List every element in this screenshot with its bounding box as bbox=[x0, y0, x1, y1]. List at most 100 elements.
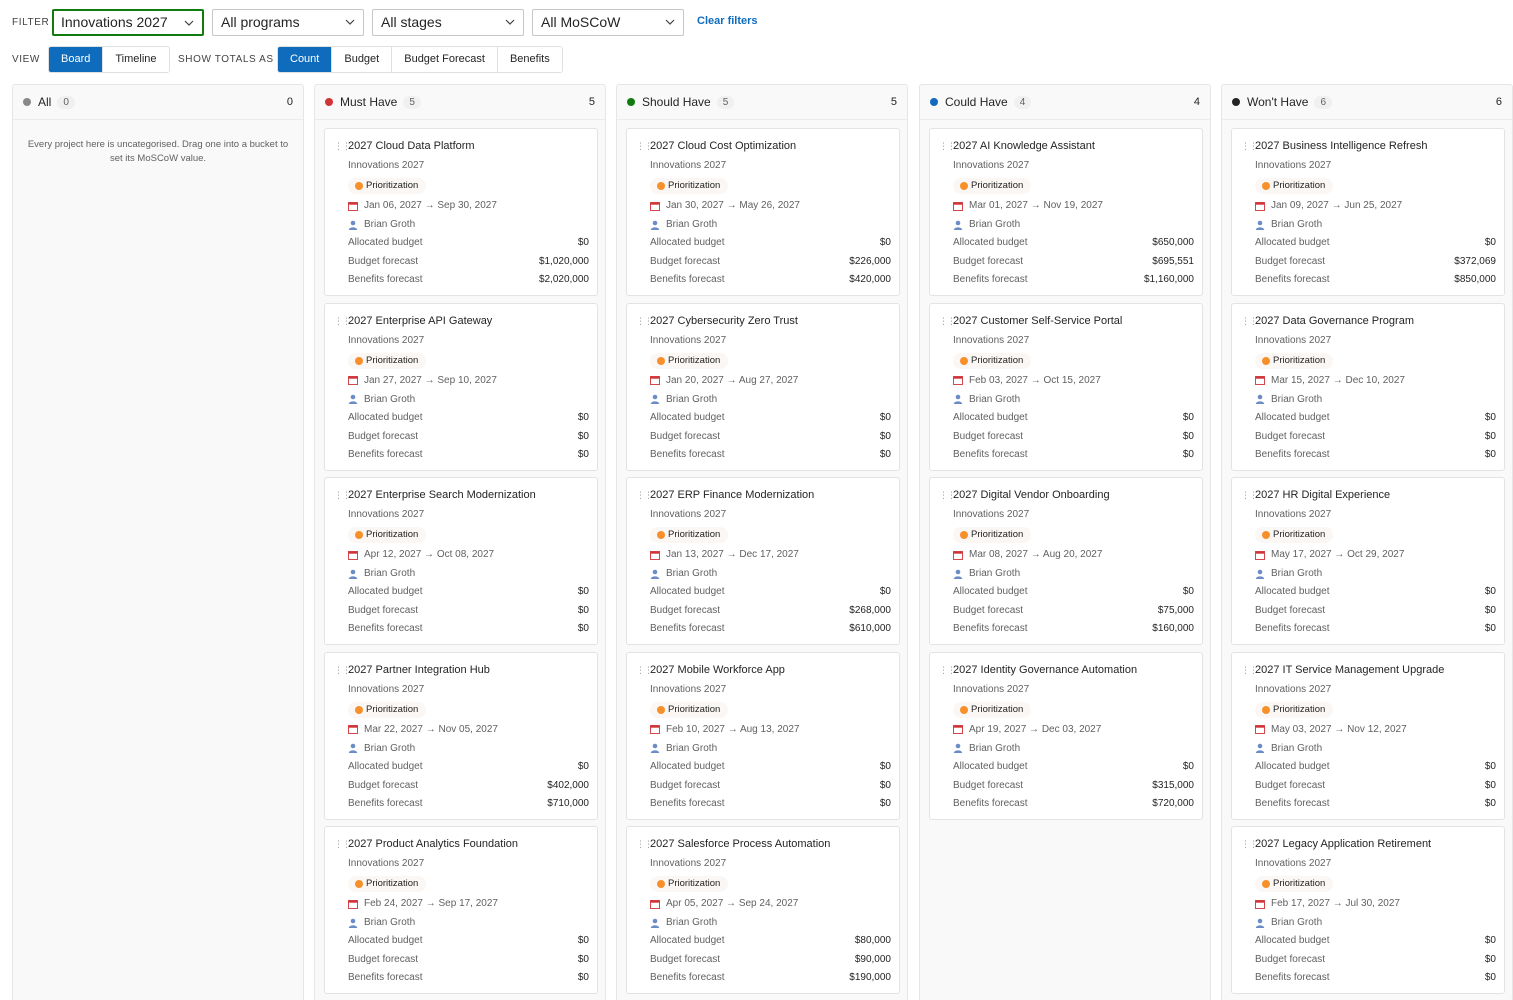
project-card[interactable]: ⋮⋮ 2027 Cloud Cost Optimization Innovati… bbox=[626, 128, 900, 296]
project-card[interactable]: ⋮⋮ 2027 Salesforce Process Automation In… bbox=[626, 826, 900, 994]
column-total: 5 bbox=[890, 96, 897, 108]
column-could-have[interactable]: Could Have 4 4 ⋮⋮ 2027 AI Knowledge Assist… bbox=[919, 84, 1211, 1000]
allocated-budget-label: Allocated budget bbox=[1255, 760, 1330, 772]
moscow-select[interactable]: All MoSCoW bbox=[532, 9, 684, 36]
date-range: Feb 03, 2027 → Oct 15, 2027 bbox=[969, 374, 1101, 386]
date-range: Mar 22, 2027 → Nov 05, 2027 bbox=[364, 723, 498, 735]
totals-count-button[interactable]: Count bbox=[278, 47, 333, 72]
project-card[interactable]: ⋮⋮ 2027 ERP Finance Modernization Innova… bbox=[626, 477, 900, 645]
allocated-budget-row: Allocated budget $0 bbox=[348, 237, 589, 248]
budget-forecast-value: $315,000 bbox=[1152, 779, 1194, 791]
project-title[interactable]: 2027 Enterprise Search Modernization bbox=[348, 489, 536, 501]
totals-budget-button[interactable]: Budget bbox=[332, 47, 393, 72]
calendar-icon bbox=[348, 725, 358, 734]
project-title[interactable]: 2027 Cloud Cost Optimization bbox=[650, 140, 796, 152]
calendar-icon bbox=[348, 201, 358, 211]
calendar-icon bbox=[650, 899, 660, 909]
project-title[interactable]: 2027 IT Service Management Upgrade bbox=[1255, 664, 1444, 676]
person-icon bbox=[1255, 220, 1265, 230]
budget-forecast-label: Budget forecast bbox=[1255, 256, 1326, 267]
project-card[interactable]: ⋮⋮ 2027 Data Governance Program Innovati… bbox=[1231, 302, 1505, 471]
allocated-budget-value: $0 bbox=[577, 935, 589, 946]
calendar-icon bbox=[1255, 550, 1265, 560]
column-all[interactable]: All 0 0 Every project here is uncategorised… bbox=[12, 84, 304, 1000]
project-card[interactable]: ⋮⋮ 2027 AI Knowledge Assistant Innovatio… bbox=[929, 128, 1203, 296]
allocated-budget-value: $0 bbox=[879, 586, 891, 597]
project-title[interactable]: 2027 Enterprise API Gateway bbox=[348, 315, 492, 327]
project-program: Innovations 2027 bbox=[348, 858, 425, 869]
project-card[interactable]: ⋮⋮ 2027 Identity Governance Automation I… bbox=[929, 651, 1203, 820]
column-count-badge: 6 bbox=[1314, 95, 1332, 109]
project-title[interactable]: 2027 Digital Vendor Onboarding bbox=[953, 489, 1110, 501]
budget-forecast-label: Budget forecast bbox=[348, 430, 419, 442]
project-card[interactable]: ⋮⋮ 2027 IT Service Management Upgrade In… bbox=[1231, 651, 1505, 820]
calendar-icon bbox=[953, 550, 963, 560]
project-title[interactable]: 2027 ERP Finance Modernization bbox=[650, 489, 814, 501]
project-title[interactable]: 2027 HR Digital Experience bbox=[1255, 489, 1390, 501]
budget-forecast-row: Budget forecast $695,551 bbox=[953, 256, 1194, 267]
project-title[interactable]: 2027 Identity Governance Automation bbox=[953, 664, 1137, 676]
clear-filters-link[interactable]: Clear filters bbox=[697, 15, 758, 27]
benefits-forecast-label: Benefits forecast bbox=[1255, 448, 1330, 460]
budget-forecast-label: Budget forecast bbox=[953, 430, 1024, 442]
project-card[interactable]: ⋮⋮ 2027 Business Intelligence Refresh In… bbox=[1231, 128, 1505, 296]
budget-forecast-value: $0 bbox=[577, 605, 589, 616]
budget-forecast-value: $0 bbox=[577, 430, 589, 442]
project-dates: Mar 01, 2027 → Nov 19, 2027 bbox=[953, 200, 1103, 211]
benefits-forecast-value: $0 bbox=[1484, 623, 1496, 634]
project-title[interactable]: 2027 Legacy Application Retirement bbox=[1255, 838, 1431, 850]
project-card[interactable]: ⋮⋮ 2027 Enterprise API Gateway Innovatio… bbox=[324, 302, 598, 471]
project-card[interactable]: ⋮⋮ 2027 Product Analytics Foundation Inn… bbox=[324, 826, 598, 994]
benefits-forecast-row: Benefits forecast $0 bbox=[953, 449, 1194, 460]
project-title[interactable]: 2027 Business Intelligence Refresh bbox=[1255, 140, 1427, 152]
project-title[interactable]: 2027 Customer Self-Service Portal bbox=[953, 315, 1122, 327]
project-title[interactable]: 2027 Cloud Data Platform bbox=[348, 140, 475, 152]
column-won-t-have[interactable]: Won't Have 6 6 ⋮⋮ 2027 Business Intelligen… bbox=[1221, 84, 1513, 1000]
project-card[interactable]: ⋮⋮ 2027 Legacy Application Retirement In… bbox=[1231, 826, 1505, 994]
owner-name: Brian Groth bbox=[969, 393, 1021, 405]
project-card[interactable]: ⋮⋮ 2027 Digital Vendor Onboarding Innova… bbox=[929, 477, 1203, 645]
date-range: Mar 01, 2027 → Nov 19, 2027 bbox=[969, 200, 1103, 211]
project-title[interactable]: 2027 Partner Integration Hub bbox=[348, 664, 490, 676]
project-title[interactable]: 2027 Salesforce Process Automation bbox=[650, 838, 830, 850]
programs-select[interactable]: All programs bbox=[212, 9, 364, 36]
benefits-forecast-label: Benefits forecast bbox=[650, 797, 725, 809]
view-board-button[interactable]: Board bbox=[49, 47, 104, 72]
column-name: Must Have bbox=[340, 95, 398, 109]
benefits-forecast-label: Benefits forecast bbox=[650, 623, 725, 634]
project-title[interactable]: 2027 Data Governance Program bbox=[1255, 315, 1414, 327]
project-title[interactable]: 2027 AI Knowledge Assistant bbox=[953, 140, 1095, 152]
benefits-forecast-label: Benefits forecast bbox=[650, 972, 725, 983]
project-card[interactable]: ⋮⋮ 2027 Enterprise Search Modernization … bbox=[324, 477, 598, 645]
totals-benefits-button[interactable]: Benefits bbox=[497, 47, 562, 72]
program-group-select[interactable]: Innovations 2027 bbox=[52, 9, 204, 36]
stage-badge: Prioritization bbox=[1255, 876, 1334, 892]
column-should-have[interactable]: Should Have 5 5 ⋮⋮ 2027 Cloud Cost Optimiz… bbox=[616, 84, 908, 1000]
totals-budget-forecast-button[interactable]: Budget Forecast bbox=[392, 47, 498, 72]
column-header: Could Have 4 4 bbox=[920, 85, 1210, 120]
benefits-forecast-label: Benefits forecast bbox=[953, 797, 1028, 809]
project-dates: Jan 30, 2027 → May 26, 2027 bbox=[650, 200, 800, 211]
stages-select[interactable]: All stages bbox=[372, 9, 524, 36]
benefits-forecast-value: $0 bbox=[1484, 448, 1496, 460]
project-dates: Jan 09, 2027 → Jun 25, 2027 bbox=[1255, 200, 1402, 211]
project-title[interactable]: 2027 Cybersecurity Zero Trust bbox=[650, 315, 798, 327]
project-card[interactable]: ⋮⋮ 2027 Cybersecurity Zero Trust Innovat… bbox=[626, 302, 900, 471]
project-card[interactable]: ⋮⋮ 2027 HR Digital Experience Innovation… bbox=[1231, 477, 1505, 645]
column-must-have[interactable]: Must Have 5 5 ⋮⋮ 2027 Cloud Data Platform … bbox=[314, 84, 606, 1000]
project-card[interactable]: ⋮⋮ 2027 Cloud Data Platform Innovations … bbox=[324, 128, 598, 296]
stage-badge: Prioritization bbox=[348, 178, 427, 194]
project-title[interactable]: 2027 Mobile Workforce App bbox=[650, 664, 785, 676]
project-dates: Apr 05, 2027 → Sep 24, 2027 bbox=[650, 898, 798, 909]
stage-badge: Prioritization bbox=[650, 178, 729, 194]
project-card[interactable]: ⋮⋮ 2027 Customer Self-Service Portal Inn… bbox=[929, 302, 1203, 471]
column-name: All bbox=[38, 95, 52, 109]
view-timeline-button[interactable]: Timeline bbox=[103, 47, 169, 72]
project-card[interactable]: ⋮⋮ 2027 Partner Integration Hub Innovati… bbox=[324, 651, 598, 820]
benefits-forecast-label: Benefits forecast bbox=[650, 448, 725, 460]
allocated-budget-label: Allocated budget bbox=[348, 586, 423, 597]
project-program: Innovations 2027 bbox=[650, 858, 727, 869]
project-card[interactable]: ⋮⋮ 2027 Mobile Workforce App Innovations… bbox=[626, 651, 900, 820]
project-title[interactable]: 2027 Product Analytics Foundation bbox=[348, 838, 518, 850]
benefits-forecast-value: $0 bbox=[577, 972, 589, 983]
